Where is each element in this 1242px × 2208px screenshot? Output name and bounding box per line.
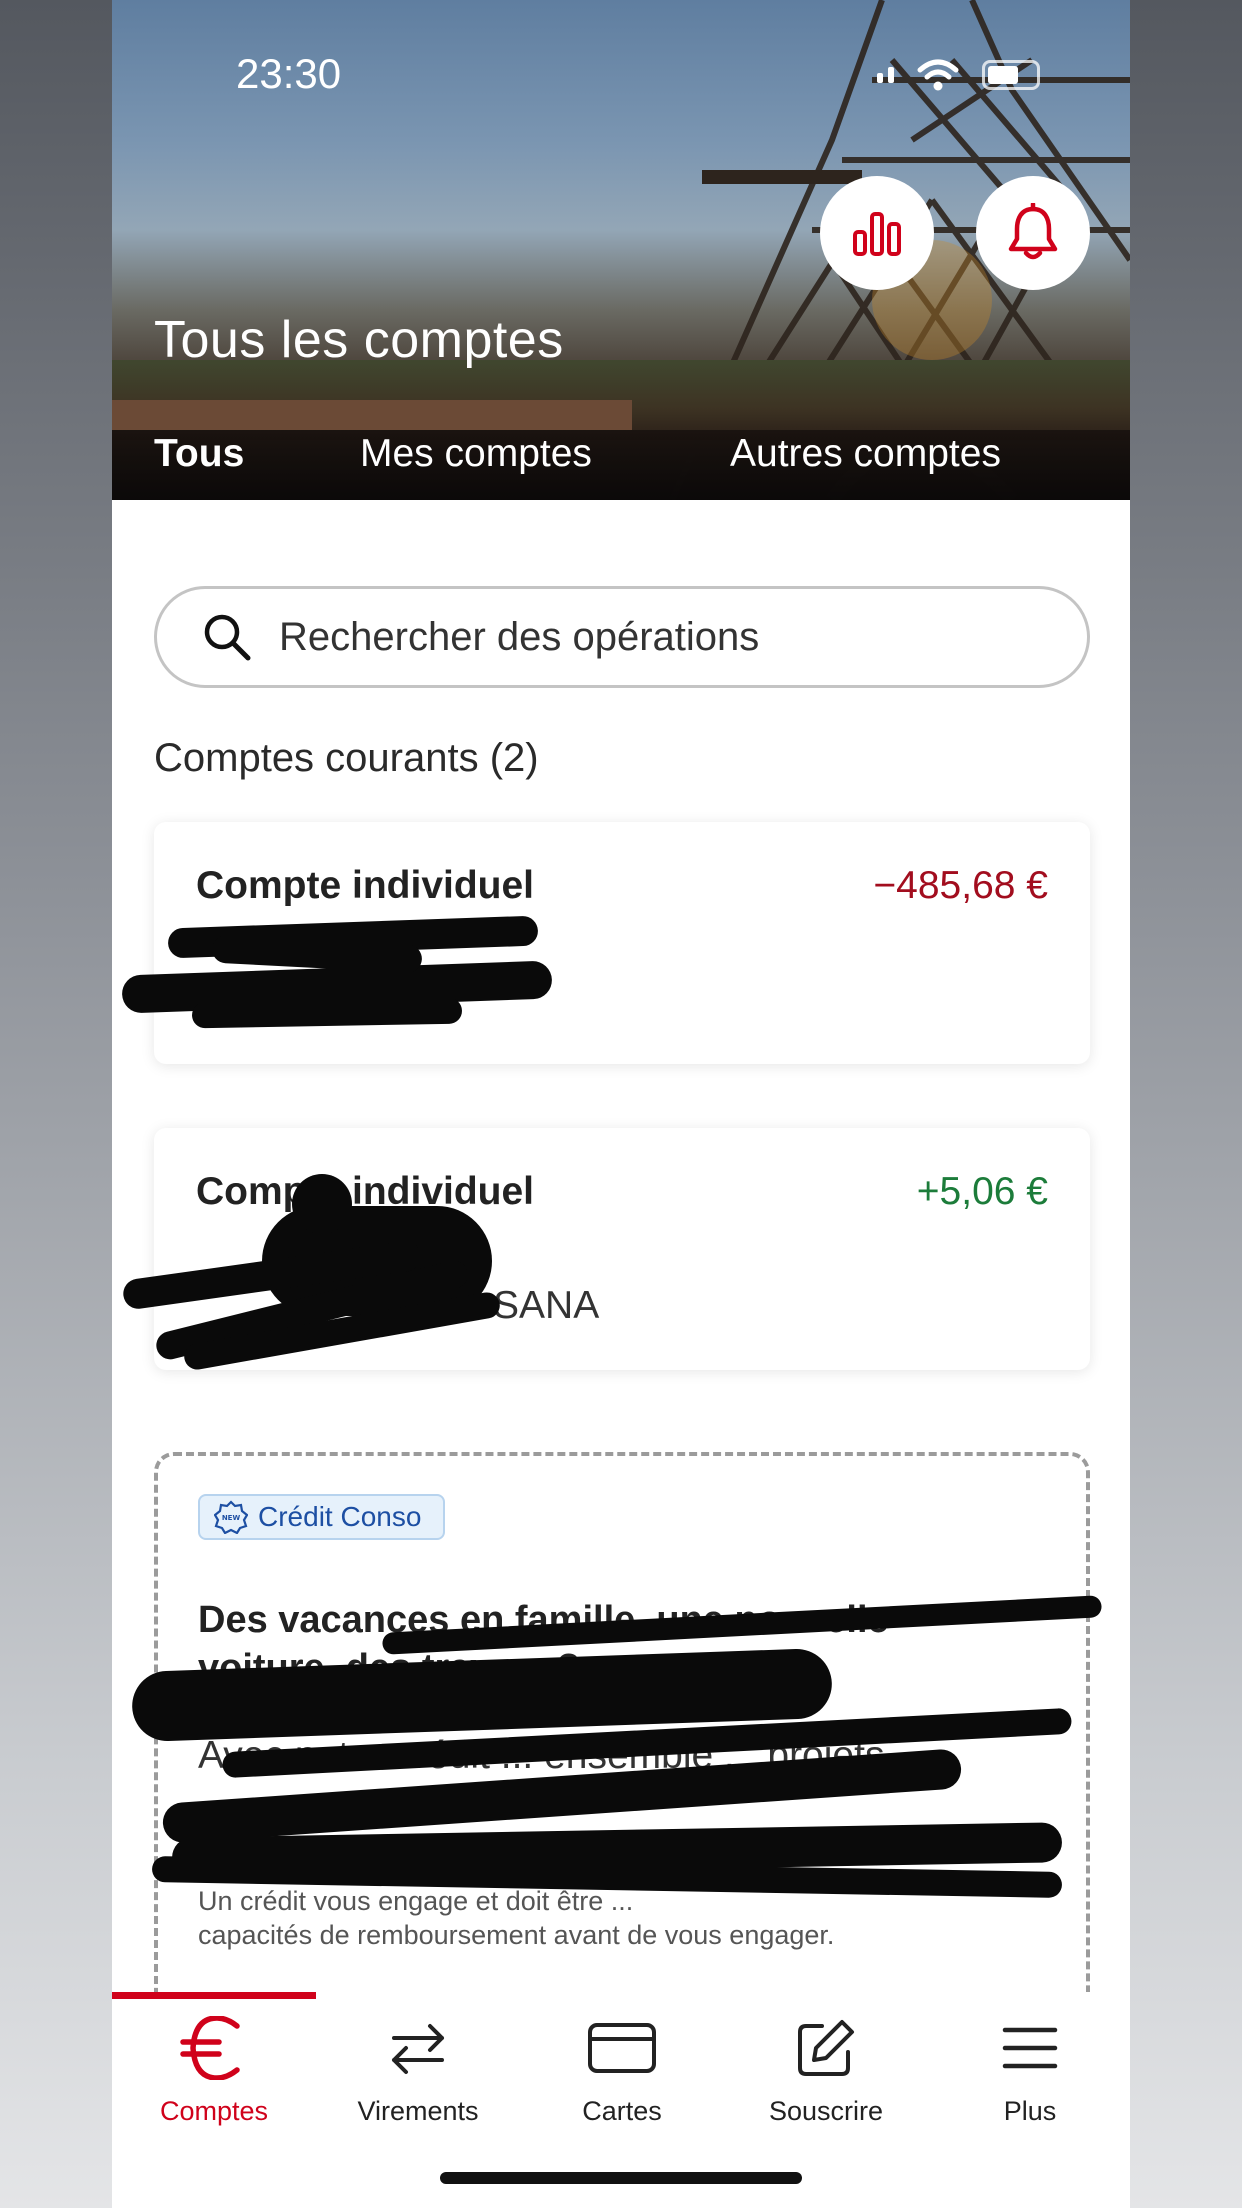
status-icons	[877, 58, 1040, 92]
tab-autres-comptes[interactable]: Autres comptes	[730, 432, 1001, 476]
tab-tous[interactable]: Tous	[154, 432, 244, 476]
nav-comptes[interactable]: Comptes	[112, 2008, 316, 2148]
nav-label: Virements	[357, 2096, 479, 2126]
nav-souscrire[interactable]: Souscrire	[724, 2008, 928, 2148]
nav-label: Cartes	[582, 2096, 662, 2126]
wifi-icon	[917, 59, 959, 91]
promo-legal-line: capacités de remboursement avant de vous…	[198, 1920, 835, 1950]
account-name: Compte individuel	[196, 864, 535, 907]
account-balance: −485,68 €	[873, 864, 1048, 907]
bar-chart-icon	[853, 212, 901, 256]
backdrop-left	[0, 0, 112, 2208]
transfer-arrows-icon	[392, 2024, 444, 2074]
statistics-button[interactable]	[820, 176, 934, 290]
notifications-button[interactable]	[976, 176, 1090, 290]
redaction-scribble	[191, 997, 463, 1029]
card-icon	[588, 2023, 656, 2073]
nav-label: Souscrire	[768, 2096, 884, 2126]
redaction-scribble	[292, 1174, 352, 1234]
euro-icon	[180, 2016, 240, 2080]
nav-label: Comptes	[159, 2096, 269, 2126]
bell-icon	[1008, 203, 1058, 260]
search-placeholder: Rechercher des opérations	[279, 614, 760, 659]
section-title: Comptes courants (2)	[154, 736, 539, 780]
svg-text:NEW: NEW	[222, 1514, 241, 1522]
nav-cartes[interactable]: Cartes	[520, 2008, 724, 2148]
status-time: 23:30	[236, 50, 342, 97]
search-input[interactable]: Rechercher des opérations	[154, 586, 1090, 688]
nav-virements[interactable]: Virements	[316, 2008, 520, 2148]
menu-icon	[1002, 2027, 1058, 2069]
active-tab-indicator	[112, 1992, 316, 1999]
nav-plus[interactable]: Plus	[928, 2008, 1130, 2148]
battery-icon	[982, 60, 1040, 90]
badge-label: Crédit Conso	[258, 1501, 422, 1532]
phone-screen: 23:30 Tous les comptes Tous Mes comptes …	[112, 0, 1130, 2208]
account-balance: +5,06 €	[916, 1170, 1048, 1213]
credit-conso-badge: NEW Crédit Conso	[198, 1494, 446, 1540]
account-tabs: Tous Mes comptes Autres comptes	[112, 432, 1130, 492]
header-hero: 23:30 Tous les comptes Tous Mes comptes …	[112, 0, 1130, 500]
new-badge-icon: NEW	[214, 1500, 248, 1534]
nav-label: Plus	[1003, 2096, 1057, 2126]
bridge-background	[112, 400, 632, 430]
page-title: Tous les comptes	[154, 311, 564, 369]
search-icon	[204, 614, 251, 661]
backdrop-right	[1130, 0, 1242, 2208]
tab-mes-comptes[interactable]: Mes comptes	[360, 432, 592, 476]
edit-icon	[798, 2020, 854, 2076]
home-indicator[interactable]	[440, 2172, 802, 2184]
signal-icon	[877, 67, 894, 83]
